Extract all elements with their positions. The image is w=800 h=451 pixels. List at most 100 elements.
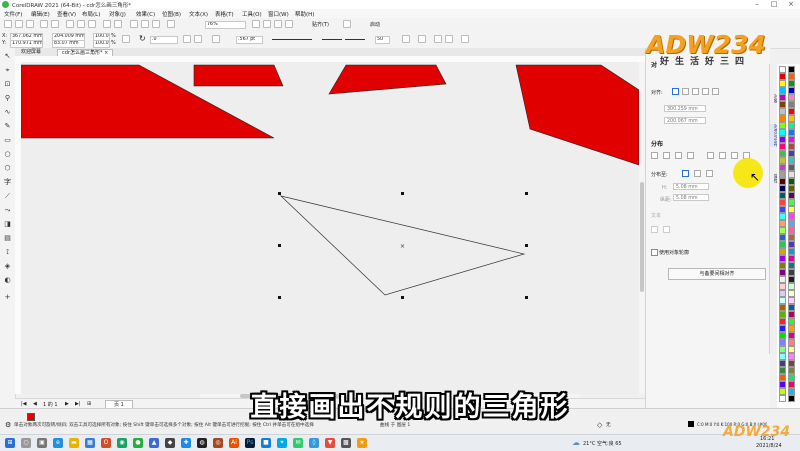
align-last-icon[interactable] bbox=[682, 88, 689, 95]
color-swatch[interactable] bbox=[788, 185, 795, 192]
distribute-center-icon[interactable] bbox=[663, 152, 670, 159]
paste-icon[interactable] bbox=[88, 20, 96, 28]
align-x-input[interactable]: 300.259 mm bbox=[664, 105, 706, 112]
transparency-icon[interactable]: ▤ bbox=[3, 234, 12, 243]
align-point-icon[interactable] bbox=[712, 88, 719, 95]
color-swatch[interactable] bbox=[788, 157, 795, 164]
shape-tool-icon[interactable]: ⌖ bbox=[3, 66, 12, 75]
color-swatch[interactable] bbox=[779, 185, 786, 192]
color-swatch[interactable] bbox=[788, 248, 795, 255]
edge-icon[interactable]: e bbox=[53, 438, 63, 448]
color-swatch[interactable] bbox=[779, 73, 786, 80]
app-icon-11[interactable]: ★ bbox=[357, 438, 367, 448]
color-swatch[interactable] bbox=[779, 199, 786, 206]
to-back-icon[interactable] bbox=[445, 35, 453, 43]
mirror-horizontal-icon[interactable] bbox=[183, 35, 191, 43]
smart-fill-icon[interactable]: ◐ bbox=[3, 276, 12, 285]
color-swatch[interactable] bbox=[779, 150, 786, 157]
zoom-level-select[interactable]: 76% bbox=[205, 21, 246, 29]
color-swatch[interactable] bbox=[779, 367, 786, 374]
menu-view[interactable]: 查看(V) bbox=[57, 10, 76, 18]
add-tool-icon[interactable]: + bbox=[3, 293, 12, 302]
color-swatch[interactable] bbox=[788, 164, 795, 171]
drop-shadow-icon[interactable]: ◨ bbox=[3, 220, 12, 229]
app-icon-1[interactable]: ▲ bbox=[149, 438, 159, 448]
color-swatch[interactable] bbox=[788, 122, 795, 129]
color-swatch[interactable] bbox=[788, 262, 795, 269]
color-swatch[interactable] bbox=[779, 101, 786, 108]
color-swatch[interactable] bbox=[788, 115, 795, 122]
color-swatch[interactable] bbox=[788, 108, 795, 115]
color-swatch[interactable] bbox=[779, 206, 786, 213]
color-swatch[interactable] bbox=[779, 129, 786, 136]
launch-dropdown[interactable]: 启动 bbox=[370, 21, 380, 28]
color-swatch[interactable] bbox=[788, 381, 795, 388]
color-swatch[interactable] bbox=[779, 276, 786, 283]
start-icon[interactable]: ⊞ bbox=[5, 438, 15, 448]
color-swatch[interactable] bbox=[788, 255, 795, 262]
next-page-icon[interactable]: ▶ bbox=[65, 401, 69, 407]
save-icon[interactable] bbox=[26, 20, 34, 28]
color-swatch[interactable] bbox=[788, 213, 795, 220]
color-swatch[interactable] bbox=[779, 143, 786, 150]
menu-help[interactable]: 帮助(H) bbox=[295, 10, 314, 18]
app-icon-6[interactable]: ■ bbox=[261, 438, 271, 448]
first-page-icon[interactable]: |◀ bbox=[21, 401, 27, 407]
distribute-page-icon[interactable] bbox=[694, 170, 701, 177]
outline-color-swatch[interactable] bbox=[688, 421, 694, 427]
color-swatch[interactable] bbox=[779, 388, 786, 395]
distribute-top-icon[interactable] bbox=[707, 152, 714, 159]
color-swatch[interactable] bbox=[779, 304, 786, 311]
color-swatch[interactable] bbox=[788, 220, 795, 227]
h-spacing-input[interactable]: 5.08 mm bbox=[673, 183, 709, 190]
copy-icon[interactable] bbox=[77, 20, 85, 28]
undo-icon[interactable] bbox=[103, 20, 111, 28]
color-swatch[interactable] bbox=[788, 311, 795, 318]
export-icon[interactable] bbox=[152, 20, 160, 28]
color-swatch[interactable] bbox=[779, 157, 786, 164]
align-y-input[interactable]: 200.067 mm bbox=[664, 117, 706, 124]
polygon-tool-icon[interactable]: ⬡ bbox=[3, 164, 12, 173]
coreldraw-taskbar-icon[interactable]: ● bbox=[133, 438, 143, 448]
full-screen-icon[interactable] bbox=[252, 20, 260, 28]
color-swatch[interactable] bbox=[779, 269, 786, 276]
vertical-scroll-thumb[interactable] bbox=[640, 182, 644, 292]
color-swatch[interactable] bbox=[779, 297, 786, 304]
color-swatch[interactable] bbox=[779, 339, 786, 346]
color-swatch[interactable] bbox=[788, 297, 795, 304]
color-swatch[interactable] bbox=[779, 353, 786, 360]
menu-text[interactable]: 文本(X) bbox=[189, 10, 208, 18]
color-swatch[interactable] bbox=[788, 241, 795, 248]
weather-text[interactable]: 21°C 空气:良 65 bbox=[583, 440, 622, 447]
edit-node-icon[interactable] bbox=[212, 35, 220, 43]
align-selected-icon[interactable] bbox=[672, 88, 679, 95]
color-swatch[interactable] bbox=[788, 73, 795, 80]
color-swatch[interactable] bbox=[788, 94, 795, 101]
color-swatch[interactable] bbox=[779, 283, 786, 290]
color-swatch[interactable] bbox=[788, 171, 795, 178]
menu-window[interactable]: 窗口(W) bbox=[268, 10, 289, 18]
parallel-dimension-icon[interactable]: ⟋ bbox=[3, 192, 12, 201]
color-swatch[interactable] bbox=[788, 143, 795, 150]
distribute-left-icon[interactable] bbox=[651, 152, 658, 159]
color-swatch[interactable] bbox=[788, 276, 795, 283]
connector-tool-icon[interactable]: ⤳ bbox=[3, 206, 12, 215]
color-swatch[interactable] bbox=[779, 241, 786, 248]
interactive-fill-icon[interactable]: ◈ bbox=[3, 262, 12, 271]
color-swatch[interactable] bbox=[779, 325, 786, 332]
color-swatch[interactable] bbox=[779, 66, 786, 73]
menu-layout[interactable]: 布局(L) bbox=[82, 10, 100, 18]
color-swatch[interactable] bbox=[779, 171, 786, 178]
color-swatch[interactable] bbox=[779, 234, 786, 241]
color-swatch[interactable] bbox=[788, 353, 795, 360]
clock-date[interactable]: 2021/8/24 bbox=[756, 443, 782, 449]
last-page-icon[interactable]: ▶| bbox=[75, 401, 81, 407]
snap-to-dropdown[interactable]: 贴齐(T) bbox=[312, 21, 329, 28]
color-swatch[interactable] bbox=[788, 346, 795, 353]
minimize-button[interactable]: – bbox=[750, 0, 764, 9]
artistic-media-icon[interactable]: ✎ bbox=[3, 122, 12, 131]
grid-icon[interactable] bbox=[274, 20, 282, 28]
zoom-tool-icon[interactable]: ⚲ bbox=[3, 94, 12, 103]
color-swatch[interactable] bbox=[788, 178, 795, 185]
red-shape-3[interactable] bbox=[328, 64, 447, 95]
